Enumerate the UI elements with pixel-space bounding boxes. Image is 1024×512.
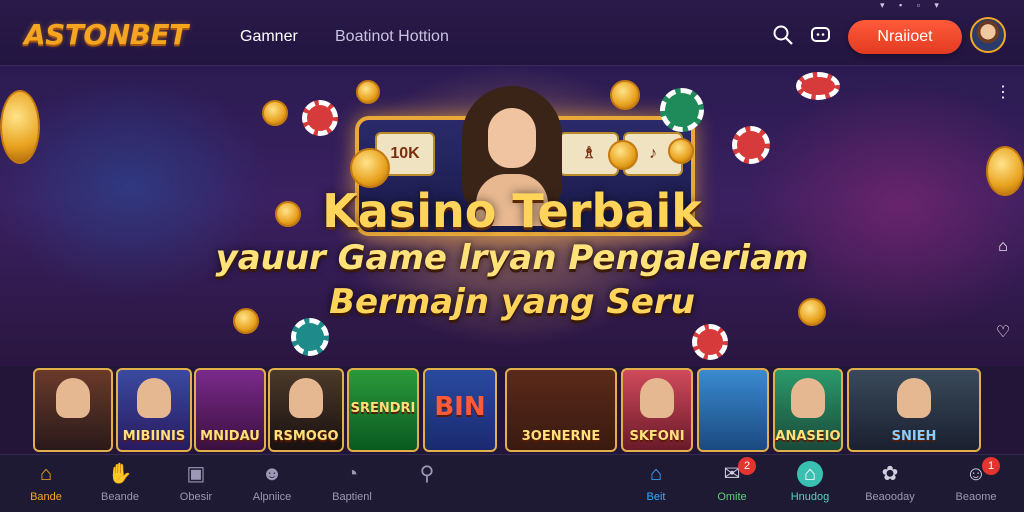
search-icon[interactable] bbox=[772, 24, 794, 46]
game-card[interactable]: SKFONI bbox=[621, 368, 693, 452]
poker-chip bbox=[291, 318, 329, 356]
login-button[interactable]: Nraiioet bbox=[848, 20, 962, 54]
avatar[interactable] bbox=[970, 17, 1006, 53]
home-circle-icon: ⌂ bbox=[797, 461, 823, 487]
poker-chip bbox=[796, 72, 840, 100]
poker-chip bbox=[732, 126, 770, 164]
nav-link-hottion[interactable]: Boatinot Hottion bbox=[335, 28, 449, 46]
slot-icon: ▣ bbox=[186, 463, 206, 485]
game-card[interactable]: MNIDAU bbox=[194, 368, 266, 452]
coin bbox=[608, 140, 638, 170]
coin bbox=[356, 80, 380, 104]
game-card-title: MNIDAU bbox=[200, 429, 260, 444]
gift-icon: ◔ bbox=[345, 463, 359, 485]
poker-chip bbox=[692, 324, 728, 360]
game-card[interactable]: BIN bbox=[423, 368, 497, 452]
nav-item-omite[interactable]: ✉ 2 Omite bbox=[692, 457, 772, 503]
game-card-title: SKFONI bbox=[629, 429, 685, 444]
character-figure bbox=[640, 378, 674, 418]
hand-icon: ✋ bbox=[107, 463, 133, 485]
coin bbox=[350, 148, 390, 188]
game-card-title: ANASEIO bbox=[775, 429, 841, 444]
game-card[interactable]: 3OENERNE bbox=[505, 368, 617, 452]
nav-item-obesir[interactable]: ▣ Obesir bbox=[156, 461, 236, 503]
game-card-title: RSMOGO bbox=[273, 429, 339, 444]
character-figure bbox=[56, 378, 90, 418]
game-card[interactable]: SNIEH bbox=[847, 368, 981, 452]
more-icon[interactable]: ⋮ bbox=[994, 82, 1012, 101]
notification-badge: 1 bbox=[982, 457, 1000, 475]
nav-item-baptienl[interactable]: ◔ Baptienl bbox=[312, 461, 392, 503]
house-icon: ⌂ bbox=[649, 463, 663, 485]
nav-item-hnudog[interactable]: ⌂ Hnudog bbox=[770, 461, 850, 503]
coin bbox=[610, 80, 640, 110]
game-card-title: SNIEH bbox=[891, 429, 937, 444]
game-card-title: BIN bbox=[434, 392, 486, 422]
coin bbox=[668, 138, 694, 164]
game-card[interactable] bbox=[697, 368, 769, 452]
nav-item-home[interactable]: ⌂ Bande bbox=[6, 461, 86, 503]
game-card-title: MIBIINIS bbox=[122, 429, 186, 444]
nav-link-games[interactable]: Gamner bbox=[240, 28, 298, 46]
nav-item-beit[interactable]: ⌂ Beit bbox=[616, 461, 696, 503]
hero-banner[interactable]: 10K ♗ ♪ Kasino Terbaik yauur Game lryan … bbox=[0, 66, 1024, 366]
poker-chip bbox=[302, 100, 338, 136]
game-card[interactable]: ANASEIO bbox=[773, 368, 843, 452]
notification-badge: 2 bbox=[738, 457, 756, 475]
character-figure bbox=[137, 378, 171, 418]
game-card-title: SRENDRI bbox=[350, 401, 416, 416]
bottom-nav: ⌂ Bande ✋ Beande ▣ Obesir ☻ Alpniice ◔ B… bbox=[0, 454, 1024, 512]
game-card[interactable] bbox=[33, 368, 113, 452]
nav-item-beaome[interactable]: ☺ 1 Beaome bbox=[936, 457, 1016, 503]
coin bbox=[262, 100, 288, 126]
logo[interactable]: ASTONBET bbox=[24, 18, 188, 51]
top-header: ▾ ▪ ▫ ▾ ASTONBET Gamner Boatinot Hottion… bbox=[0, 0, 1024, 66]
nav-item-beaooday[interactable]: ✿ Beaooday bbox=[850, 461, 930, 503]
nav-item-alpniice[interactable]: ☻ Alpniice bbox=[232, 461, 312, 503]
character-figure bbox=[897, 378, 931, 418]
home-icon: ⌂ bbox=[39, 463, 53, 485]
home-outline-icon[interactable]: ⌂ bbox=[994, 238, 1012, 256]
hero-subtitle-2: Bermajn yang Seru bbox=[329, 282, 695, 322]
character-figure bbox=[791, 378, 825, 418]
poker-chip bbox=[660, 88, 704, 132]
game-card-title: 3OENERNE bbox=[521, 429, 601, 444]
game-card[interactable]: MIBIINIS bbox=[116, 368, 192, 452]
game-card[interactable]: RSMOGO bbox=[268, 368, 344, 452]
nav-item-beande[interactable]: ✋ Beande bbox=[80, 461, 160, 503]
game-cards-row: MIBIINIS MNIDAU RSMOGO SRENDRI BIN 3OENE… bbox=[0, 366, 1024, 454]
friends-icon: ✿ bbox=[881, 463, 899, 485]
chat-bubble-icon: ☻ bbox=[261, 463, 283, 485]
hero-subtitle: yauur Game lryan Pengaleriam bbox=[215, 238, 809, 278]
heart-icon[interactable]: ♡ bbox=[994, 322, 1012, 341]
nav-item-search[interactable]: ⚲ bbox=[387, 461, 467, 491]
search-icon: ⚲ bbox=[419, 463, 435, 485]
game-card[interactable]: SRENDRI bbox=[347, 368, 419, 452]
character-figure bbox=[289, 378, 323, 418]
coin bbox=[0, 90, 40, 164]
status-dots: ▾ ▪ ▫ ▾ bbox=[880, 0, 945, 10]
chat-icon[interactable] bbox=[810, 24, 832, 46]
hero-title: Kasino Terbaik bbox=[322, 184, 702, 238]
